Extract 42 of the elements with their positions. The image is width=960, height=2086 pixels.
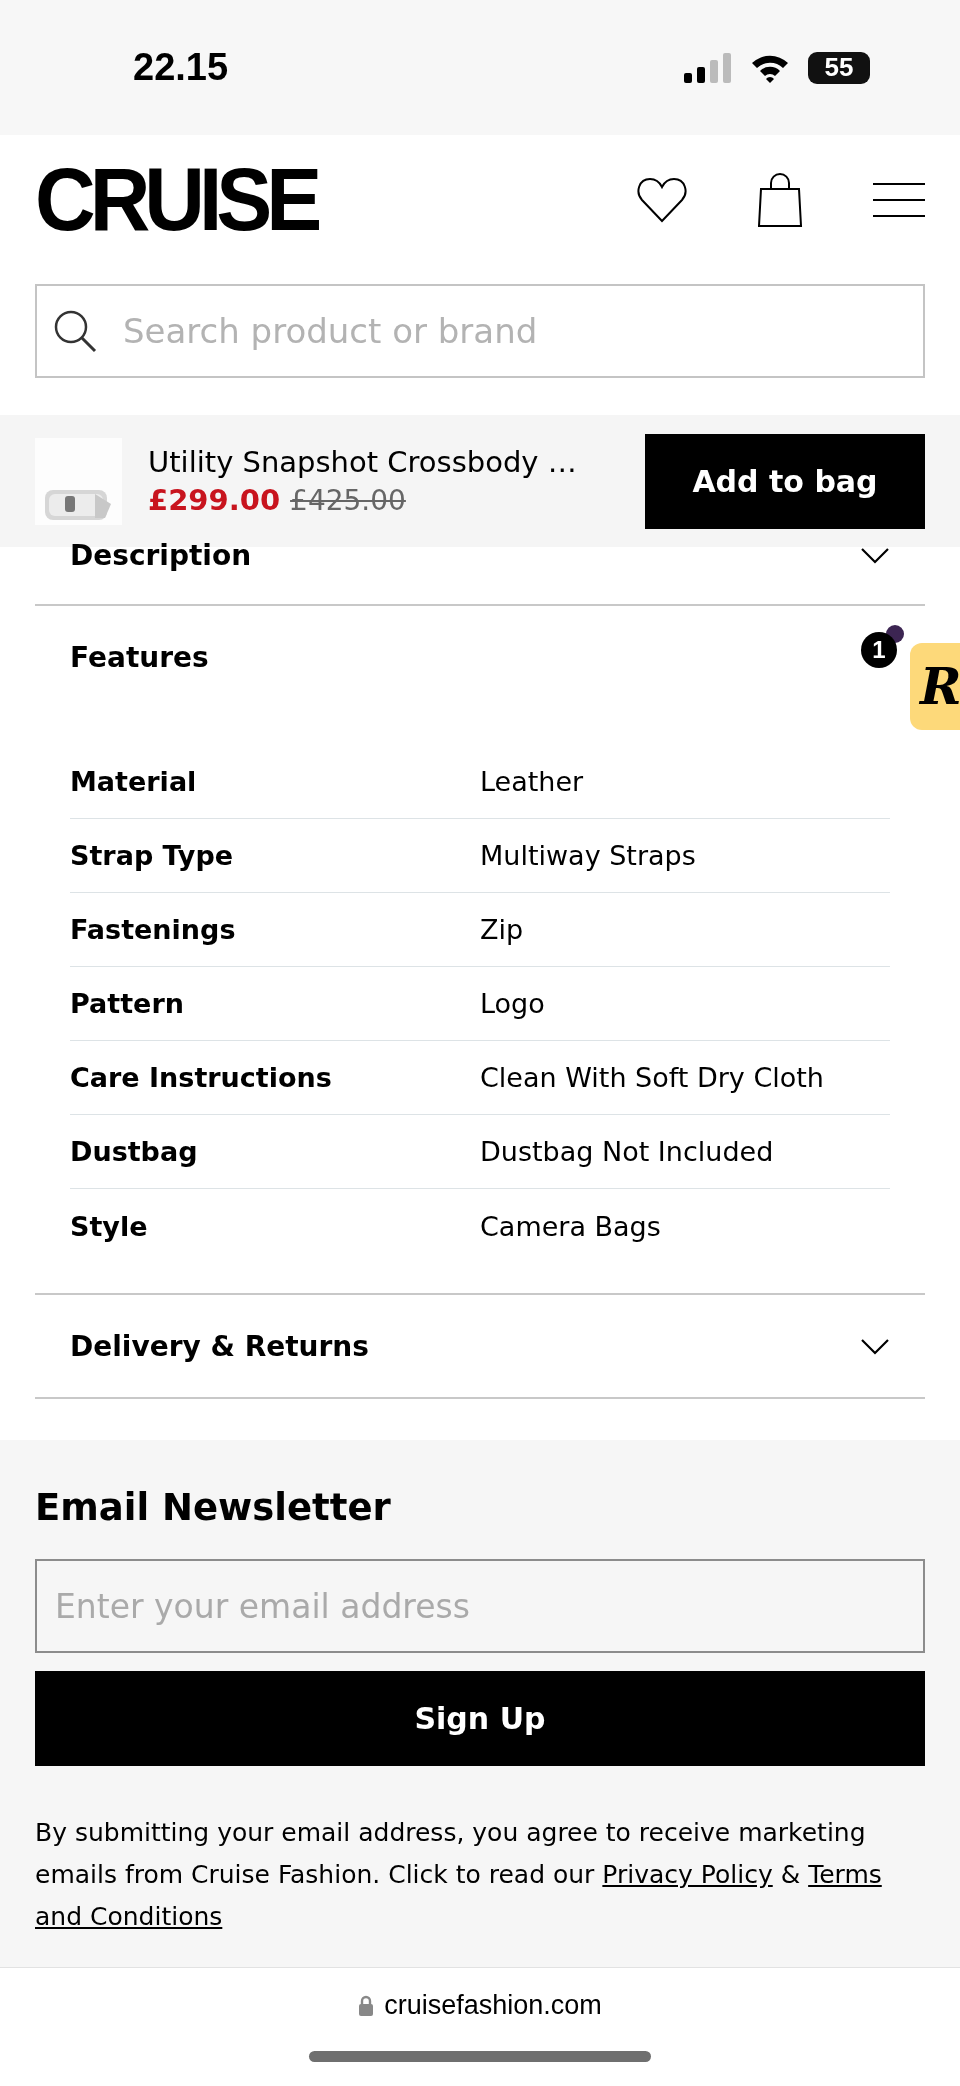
spec-value: Camera Bags [480,1210,662,1242]
accordion-header[interactable]: Features [35,606,244,708]
spec-value: Zip [480,914,525,945]
newsletter-title: Email Newsletter [35,1486,392,1529]
lock-icon [358,1994,375,2017]
sign-up-button[interactable]: Sign Up [35,1671,925,1766]
product-title: Utility Snapshot Crossbody … [148,445,578,479]
add-to-bag-button[interactable]: Add to bag [645,433,925,529]
reviews-widget[interactable]: R [910,643,960,730]
battery-level: 55 [808,51,870,84]
spec-value: Multiway Straps [480,840,697,871]
sale-price: £299.00 [148,483,281,517]
count-badge: 1 [861,632,897,668]
heart-icon[interactable] [637,177,687,223]
shopping-bag-icon[interactable] [757,173,803,227]
chevron-down-icon [860,1337,890,1355]
spec-label: Pattern [70,988,185,1019]
spec-value: Leather [480,766,585,797]
spec-value: Logo [480,988,546,1019]
spec-label: Care Instructions [70,1062,333,1093]
email-field[interactable]: Enter your email address [35,1559,925,1653]
policy-link[interactable]: Terms [808,1860,882,1889]
original-price: £425.00 [290,484,406,517]
clock-time: 22.15 [133,46,229,89]
spec-label: Material [70,766,198,797]
spec-value: Clean With Soft Dry Cloth [480,1062,825,1093]
spec-label: Strap Type [70,840,235,871]
spec-label: Dustbag [70,1136,199,1167]
accordion-header[interactable]: Delivery & Returns [35,1295,925,1397]
spec-label: Style [70,1210,149,1242]
url-text[interactable]: cruisefashion.com [384,1990,602,2021]
consent-text: By submitting your email address, you agree to receive marketing emails from Cruise Fashion. Click to read our Privacy Policy & Terms and Conditions [35,1817,883,1933]
spec-value: Dustbag Not Included [480,1136,775,1167]
menu-icon[interactable] [873,182,925,218]
chevron-down-icon [860,547,890,564]
spec-label: Fastenings [70,914,237,945]
brand-logo[interactable]: CRUISE [35,155,317,245]
policy-link[interactable]: Privacy Policy [602,1860,773,1889]
policy-link[interactable]: and Conditions [35,1902,223,1931]
search-field[interactable]: Search product or brand [35,284,925,378]
search-icon [53,309,97,353]
signal-icon [684,52,732,83]
